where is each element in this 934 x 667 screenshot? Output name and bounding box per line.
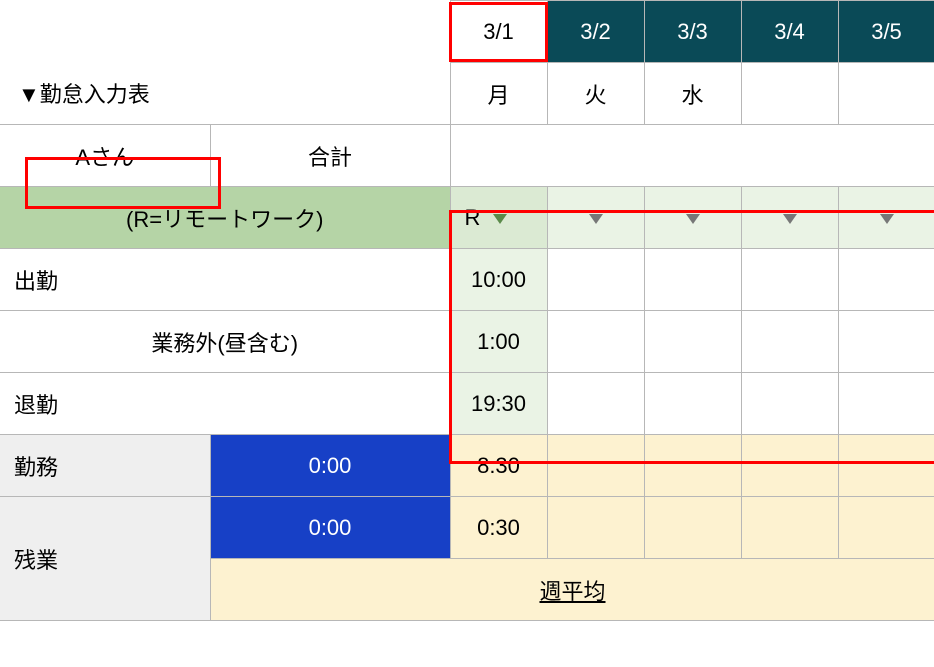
end-0[interactable]: 19:30	[450, 373, 547, 435]
weekday-2: 水	[644, 63, 741, 125]
start-2[interactable]	[644, 249, 741, 311]
work-0: 8:30	[450, 435, 547, 497]
work-2	[644, 435, 741, 497]
ot-3	[741, 497, 838, 559]
remote-legend: (R=リモートワーク)	[0, 187, 450, 249]
dropdown-icon	[686, 214, 700, 224]
break-3[interactable]	[741, 311, 838, 373]
remote-select-0[interactable]: R	[450, 187, 547, 249]
remote-select-1[interactable]	[547, 187, 644, 249]
remote-select-4[interactable]	[838, 187, 934, 249]
date-3-1: 3/1	[450, 1, 547, 63]
work-3	[741, 435, 838, 497]
start-0[interactable]: 10:00	[450, 249, 547, 311]
break-2[interactable]	[644, 311, 741, 373]
weekday-3	[741, 63, 838, 125]
date-3-2: 3/2	[547, 1, 644, 63]
start-4[interactable]	[838, 249, 934, 311]
end-label: 退勤	[0, 373, 450, 435]
end-1[interactable]	[547, 373, 644, 435]
dropdown-icon	[589, 214, 603, 224]
weekday-4	[838, 63, 934, 125]
ot-0: 0:30	[450, 497, 547, 559]
weekday-1: 火	[547, 63, 644, 125]
date-3-5: 3/5	[838, 1, 934, 63]
remote-select-3[interactable]	[741, 187, 838, 249]
end-3[interactable]	[741, 373, 838, 435]
end-4[interactable]	[838, 373, 934, 435]
date-3-4: 3/4	[741, 1, 838, 63]
break-1[interactable]	[547, 311, 644, 373]
total-merged	[450, 125, 934, 187]
end-2[interactable]	[644, 373, 741, 435]
work-1	[547, 435, 644, 497]
work-total: 0:00	[210, 435, 450, 497]
ot-2	[644, 497, 741, 559]
ot-weekly-avg: 週平均	[210, 559, 934, 621]
total-header: 合計	[210, 125, 450, 187]
ot-label: 残業	[0, 497, 210, 621]
break-4[interactable]	[838, 311, 934, 373]
work-4	[838, 435, 934, 497]
person-name: Aさん	[0, 125, 210, 187]
break-0[interactable]: 1:00	[450, 311, 547, 373]
dropdown-icon	[783, 214, 797, 224]
start-1[interactable]	[547, 249, 644, 311]
dropdown-icon	[493, 214, 507, 224]
remote-flag: R	[465, 205, 481, 230]
ot-1	[547, 497, 644, 559]
remote-select-2[interactable]	[644, 187, 741, 249]
ot-total: 0:00	[210, 497, 450, 559]
timesheet-table: 3/1 3/2 3/3 3/4 3/5 ▼勤怠入力表 月 火 水 Aさん 合計 …	[0, 0, 934, 667]
work-label: 勤務	[0, 435, 210, 497]
dropdown-icon	[880, 214, 894, 224]
table-title: ▼勤怠入力表	[0, 63, 450, 125]
start-3[interactable]	[741, 249, 838, 311]
start-label: 出勤	[0, 249, 450, 311]
break-label: 業務外(昼含む)	[0, 311, 450, 373]
ot-4	[838, 497, 934, 559]
weekday-0: 月	[450, 63, 547, 125]
date-3-3: 3/3	[644, 1, 741, 63]
